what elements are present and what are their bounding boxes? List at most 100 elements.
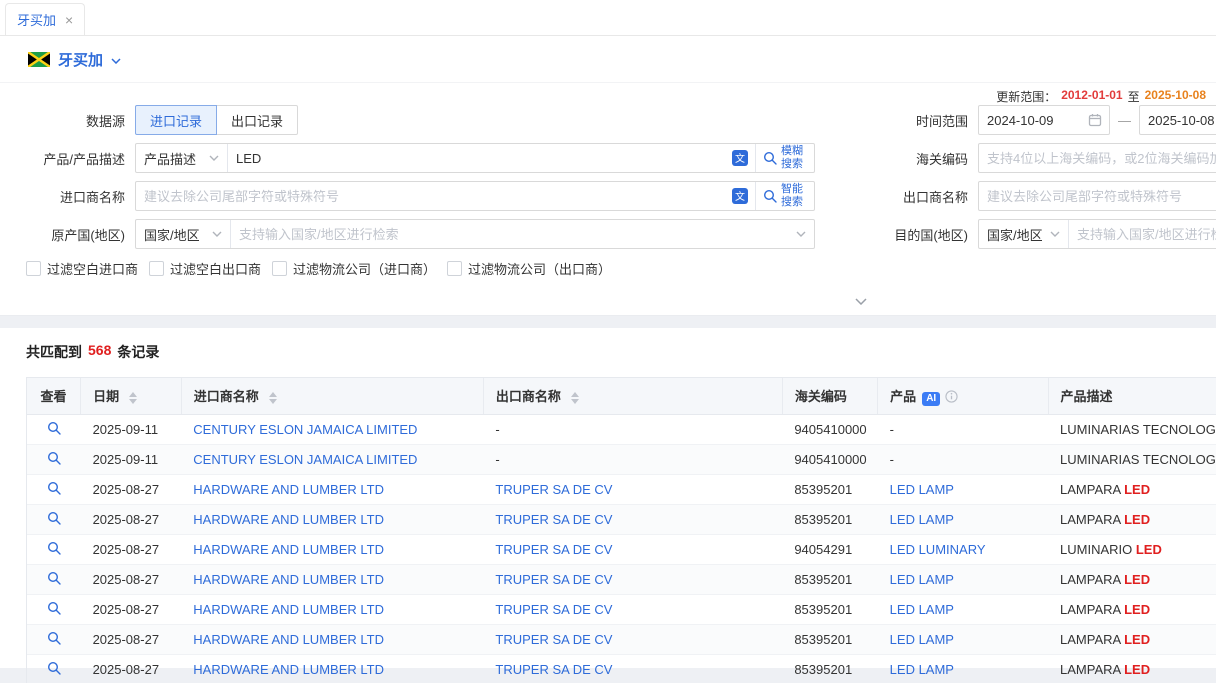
filter-checkbox[interactable]: 过滤空白出口商 xyxy=(149,259,261,278)
importer-link[interactable]: HARDWARE AND LUMBER LTD xyxy=(193,572,384,587)
date-cell: 2025-08-27 xyxy=(81,564,182,594)
product-link[interactable]: LED LUMINARY xyxy=(890,542,986,557)
tab-import-records[interactable]: 进口记录 xyxy=(135,105,217,135)
translate-icon[interactable]: 文 xyxy=(732,150,748,166)
view-record-button[interactable] xyxy=(47,601,61,615)
hs-code-input[interactable] xyxy=(979,144,1216,172)
view-record-button[interactable] xyxy=(47,541,61,555)
sort-icon[interactable] xyxy=(129,392,137,404)
update-range-from: 2012-01-01 xyxy=(1061,88,1122,105)
close-icon[interactable]: × xyxy=(65,13,73,27)
column-header-label: 查看 xyxy=(41,389,67,404)
checkbox-label: 过滤空白进口商 xyxy=(47,259,138,278)
translate-icon[interactable]: 文 xyxy=(732,188,748,204)
column-header-label: 进口商名称 xyxy=(194,389,259,404)
date-from-field[interactable] xyxy=(978,105,1110,135)
column-header-label: 日期 xyxy=(93,389,119,404)
filter-row-origin: 原产国(地区) 国家/地区 目的国(地区) 国家/地区 xyxy=(0,219,1216,249)
chevron-down-icon[interactable] xyxy=(111,58,121,64)
chevron-down-icon[interactable] xyxy=(796,231,806,237)
exporter-link[interactable]: TRUPER SA DE CV xyxy=(495,512,612,527)
exporter-input[interactable] xyxy=(979,182,1216,210)
sort-icon[interactable] xyxy=(571,392,579,404)
exporter-link[interactable]: TRUPER SA DE CV xyxy=(495,482,612,497)
tab-jamaica[interactable]: 牙买加 × xyxy=(5,3,85,35)
description-cell: LAMPARA LED xyxy=(1048,594,1216,624)
origin-country-select[interactable]: 国家/地区 xyxy=(136,220,231,248)
calendar-icon[interactable] xyxy=(1088,113,1102,127)
update-range-label: 更新范围： xyxy=(996,88,1056,105)
origin-country-input[interactable] xyxy=(231,220,796,248)
table-row: 2025-08-27HARDWARE AND LUMBER LTDTRUPER … xyxy=(27,594,1216,624)
importer-link[interactable]: HARDWARE AND LUMBER LTD xyxy=(193,632,384,647)
product-link[interactable]: LED LAMP xyxy=(890,662,954,677)
view-record-button[interactable] xyxy=(47,511,61,525)
ai-badge: AI xyxy=(922,392,940,406)
checkbox[interactable] xyxy=(26,261,41,276)
view-record-button[interactable] xyxy=(47,421,61,435)
smart-search-button[interactable]: 智能搜索 xyxy=(755,182,814,210)
view-record-button[interactable] xyxy=(47,631,61,645)
checkbox[interactable] xyxy=(149,261,164,276)
checkbox-label: 过滤空白出口商 xyxy=(170,259,261,278)
date-to-field[interactable] xyxy=(1139,105,1216,135)
importer-link[interactable]: HARDWARE AND LUMBER LTD xyxy=(193,602,384,617)
exporter-link[interactable]: TRUPER SA DE CV xyxy=(495,602,612,617)
column-header[interactable]: 日期 xyxy=(81,378,182,414)
importer-link[interactable]: HARDWARE AND LUMBER LTD xyxy=(193,542,384,557)
view-record-button[interactable] xyxy=(47,481,61,495)
view-record-button[interactable] xyxy=(47,571,61,585)
importer-link[interactable]: HARDWARE AND LUMBER LTD xyxy=(193,662,384,677)
filter-checkbox[interactable]: 过滤物流公司（进口商） xyxy=(272,259,436,278)
country-header: 牙买加 xyxy=(0,36,1216,83)
column-header-label: 出口商名称 xyxy=(496,389,561,404)
table-row: 2025-08-27HARDWARE AND LUMBER LTDTRUPER … xyxy=(27,654,1216,683)
product-label: 产品/产品描述 xyxy=(0,149,135,168)
filter-row-importer: 进口商名称 文 智能搜索 出口商名称 xyxy=(0,181,1216,211)
sort-icon[interactable] xyxy=(269,392,277,404)
exporter-link[interactable]: TRUPER SA DE CV xyxy=(495,572,612,587)
hs-code-cell: 85395201 xyxy=(782,654,877,683)
importer-link[interactable]: CENTURY ESLON JAMAICA LIMITED xyxy=(193,452,417,467)
product-link[interactable]: LED LAMP xyxy=(890,632,954,647)
product-link[interactable]: LED LAMP xyxy=(890,512,954,527)
hs-code-cell: 85395201 xyxy=(782,504,877,534)
checkbox[interactable] xyxy=(272,261,287,276)
table-row: 2025-08-27HARDWARE AND LUMBER LTDTRUPER … xyxy=(27,534,1216,564)
product-search-input[interactable] xyxy=(228,144,732,172)
tab-export-records[interactable]: 出口记录 xyxy=(217,105,298,135)
importer-input[interactable] xyxy=(136,182,732,210)
product-link[interactable]: LED LAMP xyxy=(890,482,954,497)
destination-field-group: 国家/地区 xyxy=(978,219,1216,249)
view-record-button[interactable] xyxy=(47,661,61,675)
destination-country-select[interactable]: 国家/地区 xyxy=(979,220,1069,248)
description-cell: LUMINARIAS TECNOLOGÍA LED (EXT xyxy=(1048,414,1216,444)
importer-link[interactable]: HARDWARE AND LUMBER LTD xyxy=(193,512,384,527)
hs-code-cell: 85395201 xyxy=(782,594,877,624)
product-type-select[interactable]: 产品描述 xyxy=(136,144,228,172)
exporter-link[interactable]: TRUPER SA DE CV xyxy=(495,542,612,557)
checkbox[interactable] xyxy=(447,261,462,276)
filter-checkbox[interactable]: 过滤空白进口商 xyxy=(26,259,138,278)
hs-code-field[interactable] xyxy=(978,143,1216,173)
importer-link[interactable]: CENTURY ESLON JAMAICA LIMITED xyxy=(193,422,417,437)
column-header[interactable]: 出口商名称 xyxy=(483,378,782,414)
collapse-filters-button[interactable] xyxy=(843,293,879,309)
column-header[interactable]: 进口商名称 xyxy=(181,378,483,414)
destination-label: 目的国(地区) xyxy=(815,225,978,244)
exporter-link[interactable]: TRUPER SA DE CV xyxy=(495,632,612,647)
product-link[interactable]: LED LAMP xyxy=(890,602,954,617)
date-from-input[interactable] xyxy=(979,106,1088,134)
destination-country-input[interactable] xyxy=(1069,220,1216,248)
update-range: 更新范围： 2012-01-01 至 2025-10-08 xyxy=(996,88,1206,105)
date-to-input[interactable] xyxy=(1140,106,1216,134)
product-link[interactable]: LED LAMP xyxy=(890,572,954,587)
exporter-link[interactable]: TRUPER SA DE CV xyxy=(495,662,612,677)
view-record-button[interactable] xyxy=(47,451,61,465)
fuzzy-search-button[interactable]: 模糊搜索 xyxy=(755,144,814,172)
importer-field-group: 文 智能搜索 xyxy=(135,181,815,211)
info-icon[interactable] xyxy=(945,390,958,403)
exporter-field[interactable] xyxy=(978,181,1216,211)
importer-link[interactable]: HARDWARE AND LUMBER LTD xyxy=(193,482,384,497)
filter-checkbox[interactable]: 过滤物流公司（出口商） xyxy=(447,259,611,278)
